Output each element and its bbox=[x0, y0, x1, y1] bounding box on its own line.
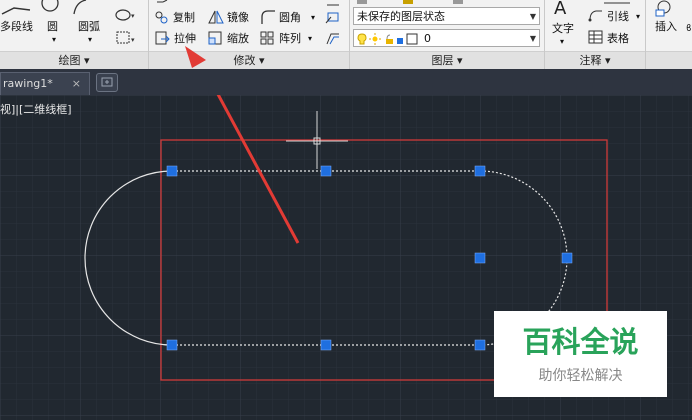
arc-icon bbox=[73, 0, 87, 15]
tab-label: rawing1* bbox=[3, 77, 53, 90]
polyline-button[interactable]: 多段线 bbox=[0, 20, 33, 34]
layer-state-value: 未保存的图层状态 bbox=[357, 10, 445, 23]
grip[interactable] bbox=[166, 165, 178, 177]
text-icon: A bbox=[554, 0, 567, 19]
svg-text:▾: ▾ bbox=[131, 36, 135, 44]
insert-block-icon bbox=[655, 0, 671, 17]
grip[interactable] bbox=[474, 339, 486, 351]
offset-icon[interactable] bbox=[325, 30, 343, 47]
grip[interactable] bbox=[166, 339, 178, 351]
grip[interactable] bbox=[320, 339, 332, 351]
fillet-icon bbox=[261, 10, 275, 24]
tab-drawing1[interactable]: rawing1* × bbox=[0, 72, 90, 95]
plus-icon bbox=[101, 77, 113, 87]
insert-button[interactable]: 插入 bbox=[655, 20, 677, 34]
text-button[interactable]: 文字 bbox=[552, 22, 574, 36]
arc-dropdown-arrow[interactable]: ▾ bbox=[88, 33, 92, 47]
text-dropdown-arrow[interactable]: ▾ bbox=[560, 35, 564, 49]
watermark-subtitle: 助你轻松解决 bbox=[538, 368, 623, 384]
arc-button[interactable]: 圆弧 bbox=[78, 20, 100, 34]
mirror-button[interactable]: 镜像 bbox=[227, 11, 249, 25]
viewport-label[interactable]: 视]|[二维线框] bbox=[0, 101, 72, 117]
stretch-icon bbox=[155, 31, 170, 45]
watermark: 百科全说 助你轻松解决 bbox=[494, 311, 667, 397]
trim-icon[interactable] bbox=[325, 0, 343, 8]
close-icon[interactable]: × bbox=[72, 73, 81, 95]
grip[interactable] bbox=[320, 165, 332, 177]
current-layer-name: 0 bbox=[424, 32, 431, 45]
insert-panel-footer bbox=[646, 51, 692, 69]
array-icon bbox=[260, 31, 274, 45]
array-button[interactable]: 阵列 bbox=[279, 32, 301, 46]
leader-icon bbox=[588, 10, 602, 22]
copy-button[interactable]: 复制 bbox=[173, 11, 195, 25]
leader-button[interactable]: 引线 bbox=[607, 10, 629, 24]
hatch-icon[interactable]: ▾ bbox=[115, 30, 137, 46]
ellipse-icon[interactable]: ▾ bbox=[115, 8, 135, 22]
polyline-icon bbox=[1, 7, 31, 15]
grip[interactable] bbox=[474, 165, 486, 177]
svg-text:A: A bbox=[554, 0, 567, 19]
table-icon bbox=[588, 30, 603, 44]
ribbon: 多段线 圆 圆弧 ▾ ▾ ▾ ▾ 绘图 ▾ 复制 镜像 圆角 ▾ 拉伸 缩放 阵… bbox=[0, 0, 692, 69]
layer-state-icons bbox=[357, 33, 418, 45]
modify-panel-footer[interactable]: 修改 ▾ bbox=[149, 51, 349, 69]
copy-icon bbox=[155, 11, 168, 24]
dimension-icon[interactable] bbox=[600, 0, 640, 6]
grip[interactable] bbox=[561, 252, 573, 264]
grip[interactable] bbox=[474, 252, 486, 264]
fillet-button[interactable]: 圆角 bbox=[279, 11, 301, 25]
insert-more-glyph[interactable]: ϐ bbox=[686, 22, 692, 36]
leader-dropdown-arrow[interactable]: ▾ bbox=[636, 10, 640, 24]
layer-tools-icons[interactable] bbox=[353, 0, 543, 6]
table-button[interactable]: 表格 bbox=[607, 32, 629, 46]
explode-icon[interactable] bbox=[325, 9, 343, 25]
watermark-title: 百科全说 bbox=[522, 325, 639, 359]
annotation-panel-footer[interactable]: 注释 ▾ bbox=[545, 51, 645, 69]
scale-button[interactable]: 缩放 bbox=[227, 32, 249, 46]
layer-state-dropdown[interactable]: 未保存的图层状态 ▼ bbox=[353, 7, 540, 25]
layers-panel-footer[interactable]: 图层 ▾ bbox=[350, 51, 544, 69]
draw-panel-footer[interactable]: 绘图 ▾ bbox=[0, 51, 148, 69]
circle-dropdown-arrow[interactable]: ▾ bbox=[52, 33, 56, 47]
new-tab-button[interactable] bbox=[96, 73, 118, 92]
mirror-icon bbox=[208, 10, 224, 24]
circle-button[interactable]: 圆 bbox=[47, 20, 58, 34]
chevron-down-icon: ▼ bbox=[529, 34, 536, 43]
array-dropdown-arrow[interactable]: ▾ bbox=[308, 32, 312, 46]
arrow-head-icon bbox=[185, 46, 206, 68]
svg-text:▾: ▾ bbox=[131, 12, 135, 20]
circle-icon bbox=[41, 0, 59, 12]
chevron-down-icon: ▼ bbox=[529, 12, 536, 21]
fillet-dropdown-arrow[interactable]: ▾ bbox=[311, 11, 315, 25]
layer-dropdown[interactable]: 0 ▼ bbox=[353, 29, 540, 47]
